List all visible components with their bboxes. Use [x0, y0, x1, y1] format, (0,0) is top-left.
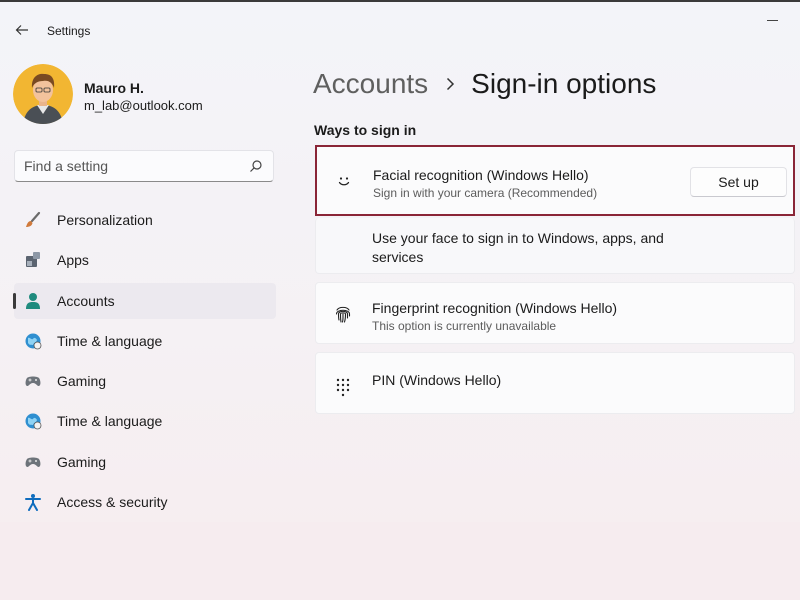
gamepad-icon	[25, 376, 41, 387]
sidebar-item-label: Accounts	[57, 292, 115, 309]
chevron-right-icon	[446, 77, 455, 91]
facial-recognition-title: Facial recognition (Windows Hello)	[373, 167, 589, 183]
sidebar-item-access-security[interactable]: Access & security	[14, 484, 276, 520]
set-up-button[interactable]: Set up	[690, 167, 787, 197]
sidebar-item-label: Time & language	[57, 332, 163, 349]
breadcrumb-accounts-link[interactable]: Accounts	[313, 68, 428, 100]
sidebar-item-gaming[interactable]: Gaming	[14, 363, 276, 399]
page-title: Sign-in options	[471, 68, 657, 99]
sidebar-item-apps[interactable]: Apps	[14, 242, 276, 278]
bottom-background	[0, 522, 800, 600]
sidebar-item-time-language[interactable]: Time & language	[14, 403, 276, 439]
back-arrow-icon	[15, 25, 28, 35]
sidebar-item-label: Gaming	[57, 453, 107, 470]
pin-keypad-icon	[336, 378, 350, 397]
accessibility-icon	[25, 494, 41, 512]
sidebar-item-personalization[interactable]: Personalization	[14, 202, 276, 238]
search-input[interactable]	[24, 158, 234, 174]
sidebar-item-label: Access & security	[57, 494, 168, 511]
avatar[interactable]	[13, 64, 73, 124]
globe-clock-icon	[25, 333, 42, 350]
sidebar-nav: Personalization Apps Accounts Time & lan…	[13, 202, 276, 524]
facial-recognition-detail: Use your face to sign in to Windows, app…	[315, 218, 795, 274]
pin-title: PIN (Windows Hello)	[372, 372, 502, 388]
gamepad-icon	[25, 457, 41, 467]
sidebar-item-label: Personalization	[57, 212, 153, 228]
fingerprint-icon	[335, 306, 351, 323]
apps-icon	[26, 252, 40, 268]
breadcrumb: Accounts Sign-in options	[313, 64, 656, 104]
user-avatar-icon	[13, 64, 73, 124]
fingerprint-recognition-card[interactable]: Fingerprint recognition (Windows Hello) …	[315, 282, 795, 344]
facial-recognition-description: Use your face to sign in to Windows, app…	[372, 230, 664, 265]
settings-window: Settings Mauro H. m_lab@outlook.com Find…	[0, 0, 800, 600]
search-icon[interactable]	[249, 159, 263, 173]
pin-card[interactable]: PIN (Windows Hello)	[315, 352, 795, 414]
sidebar-item-label: Apps	[57, 252, 89, 269]
user-name: Mauro H.	[84, 80, 144, 96]
back-button[interactable]	[10, 18, 34, 42]
facial-recognition-subtitle: Sign in with your camera (Recommended)	[373, 186, 598, 200]
minimize-button[interactable]	[766, 12, 780, 26]
fingerprint-recognition-subtitle: This option is currently unavailable	[372, 319, 557, 333]
facial-recognition-card[interactable]: Facial recognition (Windows Hello) Sign …	[315, 145, 795, 216]
sidebar-item-accounts[interactable]: Accounts	[13, 282, 276, 319]
sidebar-item-label: Gaming	[57, 373, 107, 390]
smiley-face-icon	[338, 177, 350, 186]
fingerprint-recognition-title: Fingerprint recognition (Windows Hello)	[372, 300, 618, 316]
section-title: Ways to sign in	[314, 122, 417, 138]
app-title: Settings	[47, 24, 91, 38]
sidebar-item-time-language[interactable]: Time & language	[14, 323, 276, 359]
search-box[interactable]	[14, 150, 274, 182]
sidebar-item-gaming[interactable]: Gaming	[14, 444, 276, 480]
person-icon	[26, 292, 40, 309]
sidebar-item-label: Time & language	[57, 413, 163, 430]
globe-clock-icon	[25, 413, 42, 430]
user-email: m_lab@outlook.com	[84, 98, 203, 113]
title-bar: Settings	[0, 4, 800, 54]
paintbrush-icon	[26, 211, 41, 227]
